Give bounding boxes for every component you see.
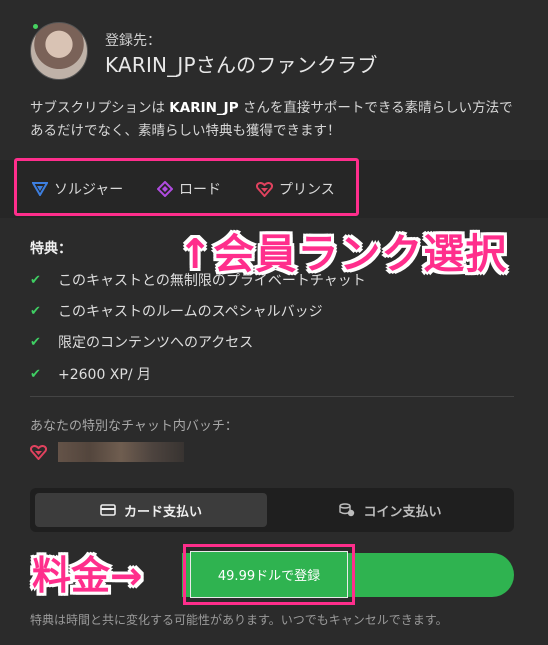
benefit-item: ✔ 限定のコンテンツへのアクセス	[30, 332, 253, 352]
benefit-text: 限定のコンテンツへのアクセス	[58, 335, 254, 351]
check-icon: ✔	[30, 366, 41, 382]
description: サブスクリプションは KARIN_JP さんを直接サポートできる素晴らしい方法で…	[30, 97, 520, 143]
rank-highlight-frame	[14, 158, 359, 216]
description-part1: サブスクリプションは	[30, 100, 170, 116]
footer-note: 特典は時間と共に変化する可能性があります。いつでもキャンセルできます。	[30, 613, 448, 627]
benefit-item: ✔ このキャストとの無制限のプライベートチャット	[30, 270, 366, 290]
benefit-text: このキャストとの無制限のプライベートチャット	[58, 273, 366, 289]
coin-payment-label: コイン支払い	[363, 504, 442, 520]
coin-payment-button[interactable]: コイン支払い	[272, 493, 509, 527]
benefits-title: 特典：	[30, 241, 72, 257]
card-payment-label: カード支払い	[123, 504, 202, 520]
register-label: 登録先：	[105, 33, 161, 49]
benefit-item: ✔ このキャストのルームのスペシャルバッジ	[30, 301, 323, 321]
subscription-panel: 登録先： KARIN_JPさんのファンクラブ サブスクリプションは KARIN_…	[0, 0, 548, 645]
check-icon: ✔	[30, 334, 41, 350]
badge-label: あなたの特別なチャット内バッチ：	[30, 419, 238, 434]
card-payment-button[interactable]: カード支払い	[35, 493, 267, 527]
blurred-username	[58, 442, 184, 462]
benefit-text: このキャストのルームのスペシャルバッジ	[58, 304, 323, 320]
subscribe-button[interactable]: 49.99ドルで登録	[190, 551, 348, 598]
description-name: KARIN_JP	[169, 100, 239, 116]
benefit-item: ✔ +2600 XP/ 月	[30, 364, 151, 384]
fanclub-name: KARIN_JPさんのファンクラブ	[105, 53, 378, 77]
credit-card-icon	[100, 504, 116, 516]
check-icon: ✔	[30, 303, 41, 319]
benefit-text: +2600 XP/ 月	[58, 367, 152, 383]
check-icon: ✔	[30, 272, 41, 288]
online-status-dot	[33, 24, 38, 29]
coin-icon	[339, 503, 355, 517]
avatar	[30, 22, 88, 80]
price-annotation: 料金→	[32, 554, 143, 599]
divider	[30, 396, 514, 397]
prince-badge-icon	[30, 445, 47, 460]
